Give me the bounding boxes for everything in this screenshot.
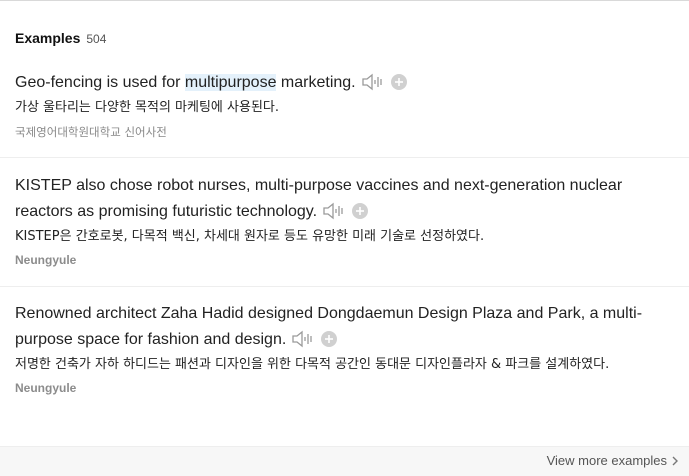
example-korean-1: 가상 울타리는 다양한 목적의 마케팅에 사용된다. xyxy=(15,100,279,115)
example-english-text: marketing. xyxy=(276,74,356,91)
examples-header: Examples 504 xyxy=(15,30,106,46)
example-korean-3: 저명한 건축가 자하 하디드는 패션과 디자인을 위한 다목적 공간인 동대문 … xyxy=(15,357,610,372)
example-english-2: KISTEP also chose robot nurses, multi-pu… xyxy=(15,173,667,225)
example-english-1: Geo-fencing is used for multipurpose mar… xyxy=(15,70,689,96)
examples-panel: Examples 504 Geo-fencing is used for mul… xyxy=(0,0,689,476)
plus-circle-icon[interactable] xyxy=(390,73,408,91)
keyword-highlight: multipurpose xyxy=(184,74,277,91)
examples-footer: View more examples xyxy=(0,446,689,476)
example-source-2: Neungyule xyxy=(15,253,77,267)
plus-circle-icon[interactable] xyxy=(320,330,338,348)
example-item-3: Renowned architect Zaha Hadid designed D… xyxy=(15,301,683,395)
example-english-text: KISTEP also chose robot nurses, multi-pu… xyxy=(15,177,623,220)
speaker-icon[interactable] xyxy=(361,73,386,91)
view-more-examples-link[interactable]: View more examples xyxy=(547,453,679,468)
examples-title: Examples xyxy=(15,30,81,46)
example-source-3: Neungyule xyxy=(15,381,77,395)
example-item-1: Geo-fencing is used for multipurpose mar… xyxy=(15,70,689,140)
example-english-text: Geo-fencing is used for xyxy=(15,74,185,91)
top-border xyxy=(0,0,689,1)
speaker-icon[interactable] xyxy=(323,202,347,220)
example-item-2: KISTEP also chose robot nurses, multi-pu… xyxy=(15,173,667,267)
example-source-1: 국제영어대학원대학교 신어사전 xyxy=(15,125,167,139)
view-more-label: View more examples xyxy=(546,453,667,468)
examples-count: 504 xyxy=(86,32,107,46)
example-english-3: Renowned architect Zaha Hadid designed D… xyxy=(15,301,683,353)
divider xyxy=(0,157,689,158)
speaker-icon[interactable] xyxy=(292,330,316,348)
chevron-right-icon xyxy=(672,456,678,465)
example-korean-2: KISTEP은 간호로봇, 다목적 백신, 차세대 원자로 등도 유망한 미래 … xyxy=(15,229,485,244)
divider xyxy=(0,286,689,287)
plus-circle-icon[interactable] xyxy=(351,202,369,220)
